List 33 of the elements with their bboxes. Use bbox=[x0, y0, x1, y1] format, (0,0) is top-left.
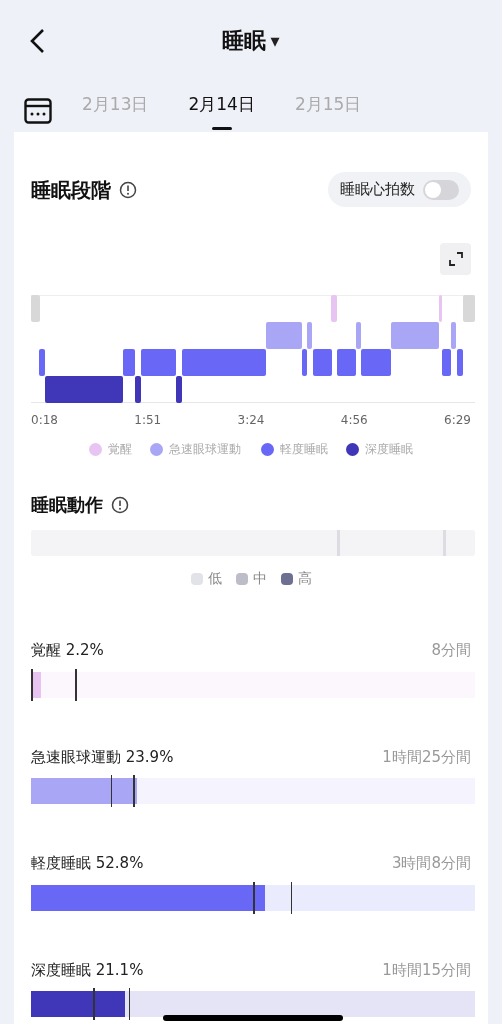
section-title: 睡眠段階 bbox=[31, 176, 111, 204]
toggle-switch[interactable] bbox=[423, 179, 459, 200]
legend-label: 中 bbox=[252, 569, 267, 588]
axis-label: 6:29 bbox=[444, 412, 471, 429]
expand-icon bbox=[447, 251, 464, 267]
legend-label: 軽度睡眠 bbox=[280, 441, 328, 457]
stat-duration: 1時間15分間 bbox=[382, 959, 471, 981]
stat-label: 覚醒 2.2% bbox=[31, 640, 104, 661]
stat-label: 急速眼球運動 23.9% bbox=[31, 746, 174, 768]
legend-label: 低 bbox=[207, 569, 222, 588]
back-icon[interactable] bbox=[28, 28, 46, 54]
stat-label: 軽度睡眠 52.8% bbox=[31, 853, 144, 874]
axis-label: 3:24 bbox=[237, 412, 265, 429]
stat-duration: 3時間8分間 bbox=[391, 853, 471, 874]
axis-label: 0:18 bbox=[31, 412, 58, 429]
axis-label: 1:51 bbox=[134, 412, 162, 429]
legend-label: 高 bbox=[297, 569, 312, 588]
stat-duration: 8分間 bbox=[431, 640, 471, 661]
axis-label: 4:56 bbox=[340, 412, 368, 429]
caret-icon[interactable]: ▾ bbox=[270, 26, 280, 54]
legend-label: 急速眼球運動 bbox=[169, 441, 242, 457]
info-icon[interactable] bbox=[111, 495, 129, 514]
section-title: 睡眠動作 bbox=[31, 493, 103, 517]
page-title[interactable]: 睡眠 bbox=[222, 23, 267, 57]
expand-button[interactable] bbox=[440, 243, 471, 275]
stat-duration: 1時間25分間 bbox=[382, 746, 471, 768]
stat-label: 深度睡眠 21.1% bbox=[31, 959, 144, 981]
legend-label: 覚醒 bbox=[108, 441, 132, 457]
heart-rate-toggle-pill[interactable]: 睡眠心拍数 bbox=[328, 172, 471, 207]
calendar-icon[interactable] bbox=[24, 98, 52, 124]
date-tab[interactable]: 2月14日 bbox=[188, 92, 255, 130]
info-icon[interactable] bbox=[119, 180, 137, 199]
legend-label: 深度睡眠 bbox=[365, 441, 413, 457]
